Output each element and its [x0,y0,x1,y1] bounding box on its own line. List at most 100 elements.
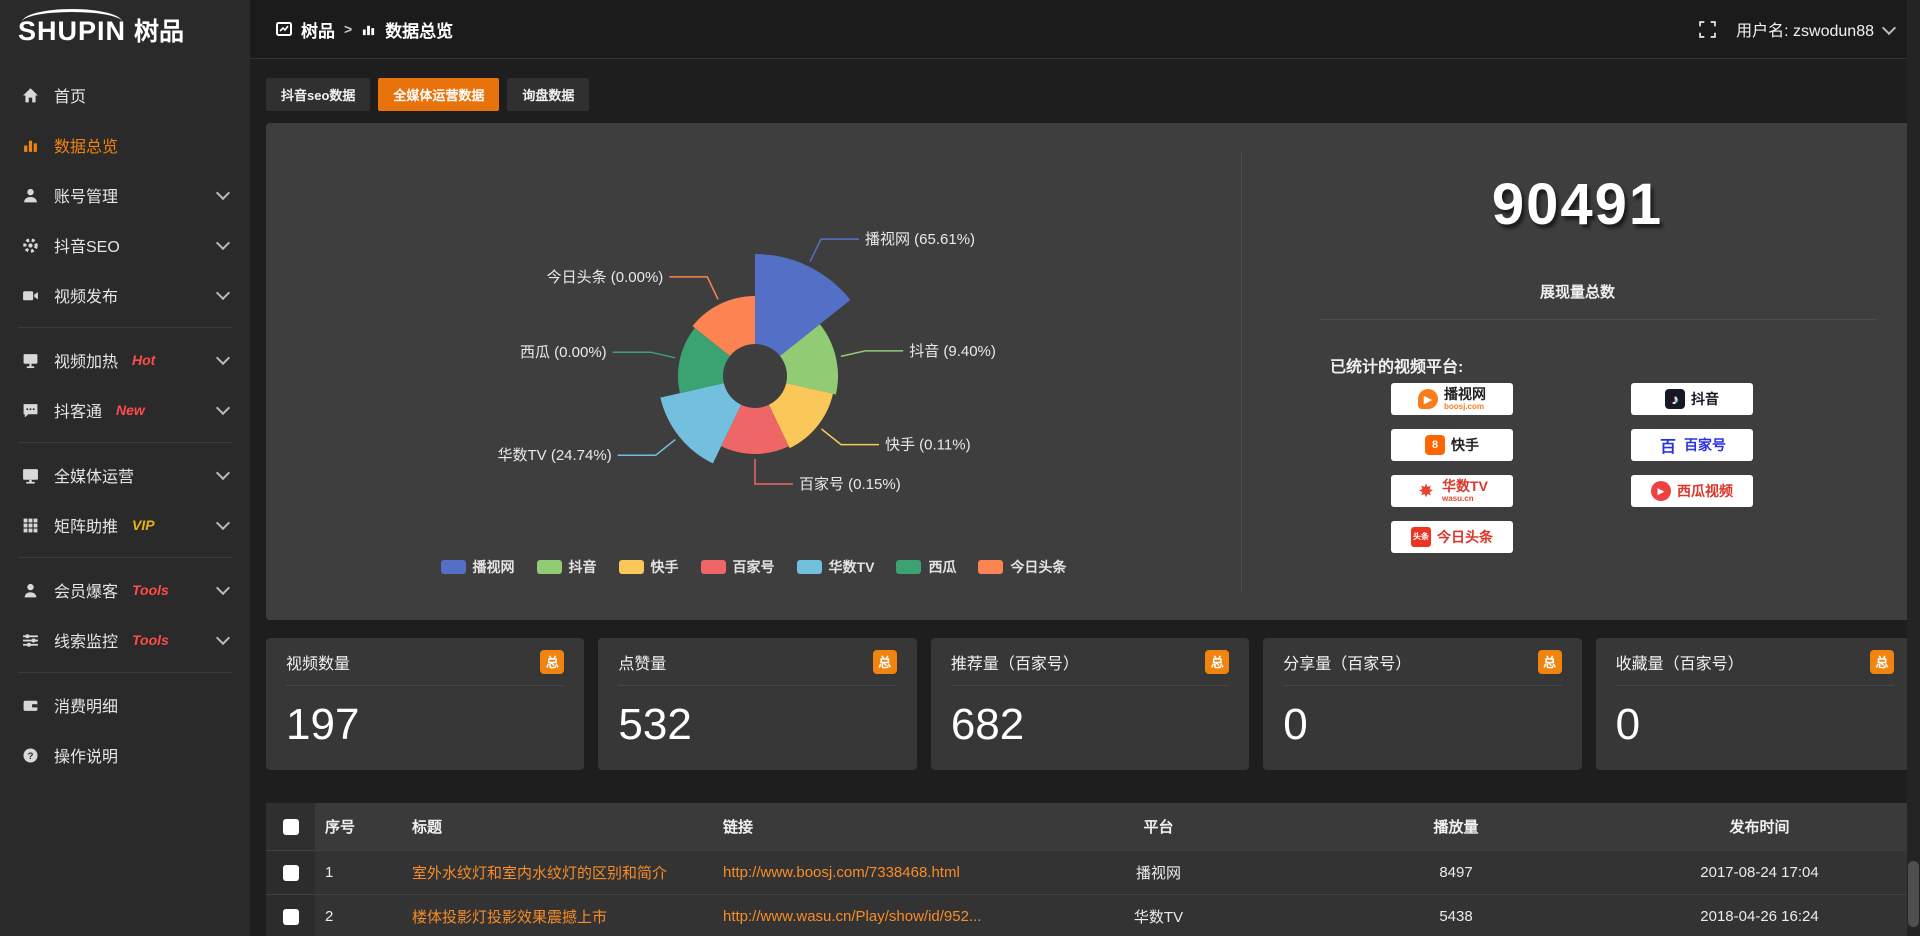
scrollbar-thumb[interactable] [1908,861,1919,927]
sidebar-item-label: 消费明细 [54,693,118,717]
pie-label: 今日头条 (0.00%) [547,269,664,286]
breadcrumb-chart-icon [361,22,376,37]
platform-name: 播视网 [1444,387,1486,401]
column-header: 播放量 [1307,803,1605,851]
breadcrumb-site-icon [276,21,292,37]
pie-label: 华数TV (24.74%) [497,447,611,464]
sidebar-item-account-management[interactable]: 账号管理 [0,170,250,220]
breadcrumb-root[interactable]: 树品 [301,17,335,42]
sliders-icon [22,632,39,649]
legend-item-4[interactable]: 华数TV [797,557,875,577]
row-checkbox[interactable] [283,865,299,881]
legend-label: 抖音 [569,557,597,577]
platform-name: 西瓜视频 [1677,484,1733,498]
sidebar-item-label: 全媒体运营 [54,463,134,487]
pie-sector-4[interactable] [660,383,741,463]
pie-label: 快手 (0.11%) [885,437,971,454]
user-menu[interactable]: 用户名: zswodun88 [1736,17,1894,41]
grid-icon [22,517,39,534]
sidebar-item-operation-guide[interactable]: ?操作说明 [0,730,250,780]
legend-swatch [441,560,466,574]
breadcrumb-separator: > [344,21,352,37]
sidebar: SHUPIN 树品 首页数据总览账号管理抖音SEO视频发布视频加热Hot抖客通N… [0,0,250,936]
douyin-logo-icon: ♪ [1665,389,1685,409]
cell-platform: 播视网 [1010,851,1307,895]
toutiao-logo-icon: 头条 [1411,527,1431,547]
sidebar-menu: 首页数据总览账号管理抖音SEO视频发布视频加热Hot抖客通New 全媒体运营矩阵助… [0,58,250,780]
total-badge: 总 [1870,650,1894,674]
pie-label: 播视网 (65.61%) [865,231,975,248]
platform-badge-xigua: ▶西瓜视频 [1631,475,1753,507]
logo-brand-text: SHUPIN [18,16,126,47]
chevron-down-icon [216,236,230,250]
row-checkbox[interactable] [283,909,299,925]
app-logo[interactable]: SHUPIN 树品 [0,0,250,58]
sidebar-item-tag: Tools [132,632,169,648]
svg-text:?: ? [28,750,34,761]
sidebar-item-all-media-operation[interactable]: 全媒体运营 [0,450,250,500]
screen-icon [22,352,39,369]
data-tabs: 抖音seo数据全媒体运营数据询盘数据 [266,78,1914,111]
sidebar-item-member-leads[interactable]: 会员爆客Tools [0,565,250,615]
cell-platform: 华数TV [1010,895,1307,936]
video-title-link[interactable]: 楼体投影灯投影效果震撼上市 [412,906,703,927]
video-url-link[interactable]: http://www.boosj.com/7338468.html [723,864,1000,881]
tab-inquiry-data[interactable]: 询盘数据 [507,78,589,111]
legend-item-6[interactable]: 今日头条 [978,557,1066,577]
sidebar-item-clue-monitor[interactable]: 线索监控Tools [0,615,250,665]
stat-card-2: 推荐量（百家号）总682 [931,638,1249,770]
chat-icon [22,402,39,419]
sidebar-item-home[interactable]: 首页 [0,70,250,120]
sidebar-item-data-overview[interactable]: 数据总览 [0,120,250,170]
legend-swatch [978,560,1003,574]
tab-all-media-data[interactable]: 全媒体运营数据 [378,78,499,111]
legend-item-0[interactable]: 播视网 [441,557,515,577]
summary-horizontal-divider [1320,319,1877,320]
platform-name: 快手 [1451,438,1479,452]
platform-badge-kuaishou: 8快手 [1391,429,1513,461]
total-badge: 总 [1538,650,1562,674]
legend-item-1[interactable]: 抖音 [537,557,597,577]
video-title-link[interactable]: 室外水纹灯和室内水纹灯的区别和简介 [412,862,703,883]
sidebar-item-video-publish[interactable]: 视频发布 [0,270,250,320]
fullscreen-icon[interactable] [1699,21,1716,38]
column-header: 链接 [713,803,1010,851]
legend-label: 西瓜 [928,557,956,577]
sidebar-item-douyin-seo[interactable]: 抖音SEO [0,220,250,270]
legend-item-2[interactable]: 快手 [619,557,679,577]
sidebar-item-douketong[interactable]: 抖客通New [0,385,250,435]
select-all-checkbox[interactable] [283,819,299,835]
sidebar-item-matrix-boost[interactable]: 矩阵助推VIP [0,500,250,550]
cell-views: 8497 [1307,851,1605,895]
chevron-down-icon [216,466,230,480]
sidebar-item-video-heat[interactable]: 视频加热Hot [0,335,250,385]
stat-card-value: 197 [286,700,564,750]
breadcrumb-current[interactable]: 数据总览 [385,17,453,42]
videos-table: 序号标题链接平台播放量发布时间 1室外水纹灯和室内水纹灯的区别和简介http:/… [266,803,1914,936]
chart-legend: 播视网 抖音 快手 百家号 华数TV 西瓜 今日头条 [266,557,1241,577]
home-icon [22,87,39,104]
total-badge: 总 [540,650,564,674]
sidebar-item-label: 视频加热 [54,348,118,372]
stat-card-value: 0 [1283,700,1561,750]
chevron-down-icon [216,631,230,645]
sidebar-item-consumption-detail[interactable]: 消费明细 [0,680,250,730]
stat-card-title: 点赞量 [618,650,666,674]
legend-swatch [619,560,644,574]
column-header: 平台 [1010,803,1307,851]
cell-time: 2017-08-24 17:04 [1605,851,1914,895]
chevron-down-icon [216,401,230,415]
tab-douyin-seo-data[interactable]: 抖音seo数据 [266,78,370,111]
video-url-link[interactable]: http://www.wasu.cn/Play/show/id/952... [723,908,1000,925]
sidebar-divider [18,442,232,443]
legend-item-5[interactable]: 西瓜 [896,557,956,577]
platform-badge-boosj: ▶播视网boosj.com [1391,383,1513,415]
cell-index: 2 [315,895,402,936]
sidebar-divider [18,327,232,328]
monitor-icon [22,467,39,484]
platform-subtext: wasu.cn [1442,495,1488,503]
legend-item-3[interactable]: 百家号 [701,557,775,577]
table-row: 1室外水纹灯和室内水纹灯的区别和简介http://www.boosj.com/7… [266,851,1914,895]
bar-chart-icon [22,137,39,154]
gear-icon [22,237,39,254]
